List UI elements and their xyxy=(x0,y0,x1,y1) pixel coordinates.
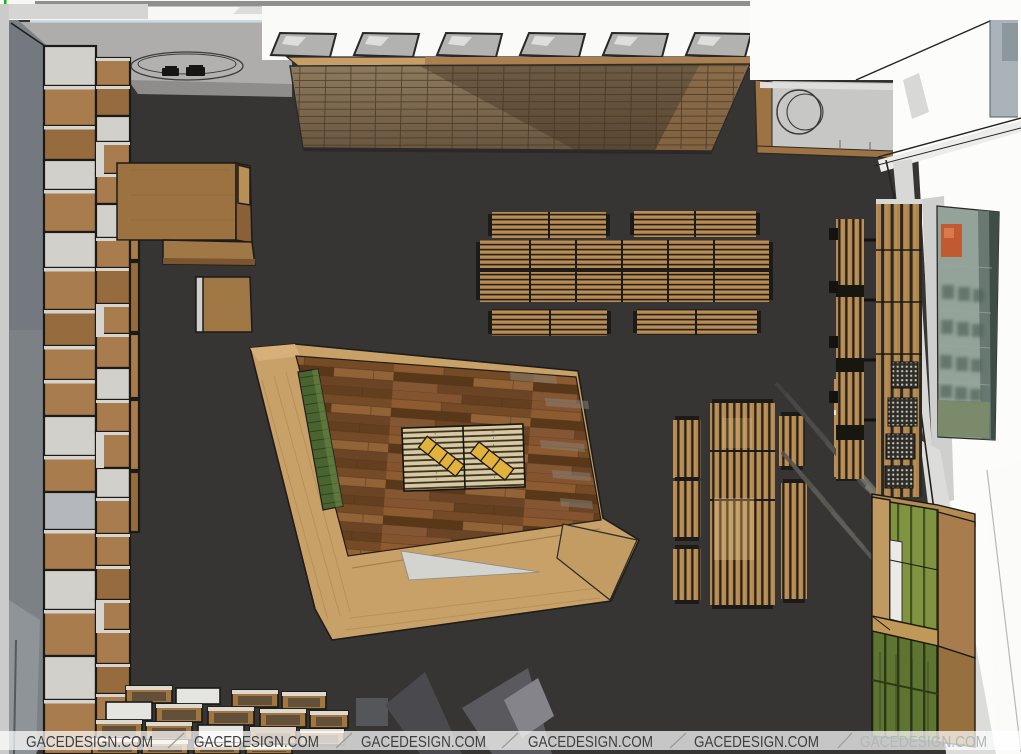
svg-text:GACEDESIGN.COM: GACEDESIGN.COM xyxy=(194,734,319,751)
svg-text:GACEDESIGN.COM: GACEDESIGN.COM xyxy=(528,734,653,751)
svg-text:GACEDESIGN.COM: GACEDESIGN.COM xyxy=(860,734,987,751)
svg-text:GACEDESIGN.COM: GACEDESIGN.COM xyxy=(361,734,486,751)
svg-text:GACEDESIGN.COM: GACEDESIGN.COM xyxy=(694,734,819,751)
svg-text:GACEDESIGN.COM: GACEDESIGN.COM xyxy=(26,734,153,751)
